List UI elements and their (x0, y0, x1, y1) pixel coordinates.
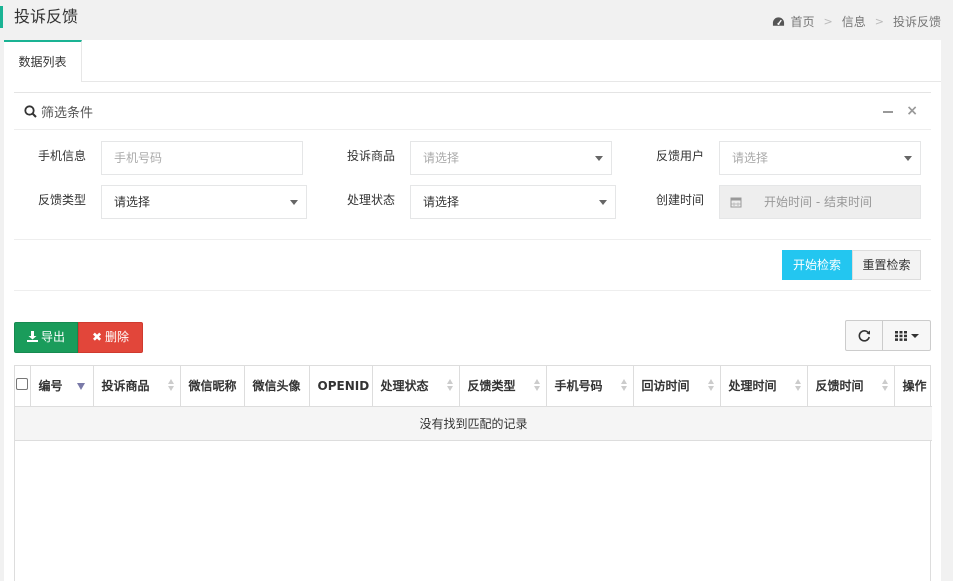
table-empty-row: 没有找到匹配的记录 (15, 406, 932, 441)
column-header-type[interactable]: 反馈类型 (459, 366, 547, 407)
column-header-visit-time[interactable]: 回访时间 (633, 366, 721, 407)
type-select-value: 请选择 (114, 195, 151, 209)
status-select-value: 请选择 (423, 195, 460, 209)
sort-icon (707, 379, 714, 393)
column-header-phone[interactable]: 手机号码 (546, 366, 634, 407)
chevron-down-icon (904, 156, 912, 161)
created-date-placeholder: 开始时间 - 结束时间 (764, 195, 872, 209)
sort-icon (533, 379, 540, 393)
refresh-button[interactable] (845, 320, 883, 351)
product-label: 投诉商品 (347, 149, 396, 163)
sort-desc-icon (76, 383, 85, 390)
user-select[interactable]: 请选择 (719, 141, 921, 175)
created-label: 创建时间 (656, 193, 705, 207)
data-table: 编号 投诉商品 微信昵称 微信头像 OPENID 处理状态 反馈类型 手机号码 … (14, 365, 932, 581)
breadcrumb-info[interactable]: 信息 (842, 13, 866, 30)
filter-title-label: 筛选条件 (41, 106, 94, 121)
sort-icon (446, 379, 453, 393)
column-header-nickname: 微信昵称 (180, 366, 245, 407)
status-select[interactable]: 请选择 (410, 185, 616, 219)
columns-toggle-button[interactable] (882, 320, 931, 351)
filter-title: 筛选条件 (24, 102, 93, 121)
type-label: 反馈类型 (38, 193, 87, 207)
export-button[interactable]: 导出 (14, 322, 78, 353)
breadcrumb-home[interactable]: 首页 (791, 13, 815, 30)
column-header-handle-time[interactable]: 处理时间 (720, 366, 808, 407)
search-icon (24, 105, 37, 118)
divider (14, 239, 931, 240)
chevron-down-icon (595, 156, 603, 161)
column-header-actions: 操作 (894, 366, 932, 407)
breadcrumb-separator: > (874, 15, 884, 28)
table-header-row: 编号 投诉商品 微信昵称 微信头像 OPENID 处理状态 反馈类型 手机号码 … (15, 366, 932, 407)
refresh-icon (858, 330, 870, 342)
select-all-checkbox[interactable] (16, 378, 28, 391)
chevron-down-icon (599, 200, 607, 205)
product-select-value: 请选择 (423, 151, 460, 165)
delete-button[interactable]: ✖ 删除 (78, 322, 143, 353)
sort-icon (167, 379, 174, 393)
divider (14, 290, 931, 291)
chevron-down-icon (910, 333, 919, 338)
column-header-avatar: 微信头像 (244, 366, 310, 407)
column-header-status[interactable]: 处理状态 (372, 366, 460, 407)
sort-icon (620, 379, 627, 393)
filter-header: 筛选条件 × (14, 93, 931, 130)
status-label: 处理状态 (347, 193, 396, 207)
grid-icon (894, 330, 907, 341)
user-label: 反馈用户 (656, 149, 705, 163)
product-select[interactable]: 请选择 (410, 141, 612, 175)
sort-icon (794, 379, 801, 393)
column-header-feedback-time[interactable]: 反馈时间 (807, 366, 895, 407)
dashboard-icon (772, 16, 784, 26)
page-header: 投诉反馈 首页 > 信息 > 投诉反馈 (0, 0, 953, 40)
column-header-openid: OPENID (309, 366, 373, 407)
calendar-icon (720, 186, 752, 218)
delete-label: 删除 (105, 330, 130, 344)
tab-bar: 数据列表 (4, 40, 941, 82)
type-select[interactable]: 请选择 (101, 185, 307, 219)
download-icon (26, 331, 38, 342)
breadcrumb-current: 投诉反馈 (892, 15, 941, 29)
select-all-header (15, 366, 31, 407)
created-date-range[interactable]: 开始时间 - 结束时间 (719, 185, 921, 219)
breadcrumb: 首页 > 信息 > 投诉反馈 (772, 13, 941, 30)
close-icon: ✖ (91, 330, 103, 344)
main-card: 数据列表 筛选条件 × 手机信息 手机号码 投诉商品 请选择 反馈用户 请选择 … (4, 40, 941, 581)
page-title: 投诉反馈 (0, 6, 78, 28)
tab-data-list[interactable]: 数据列表 (4, 40, 82, 82)
export-label: 导出 (40, 330, 65, 344)
phone-label: 手机信息 (38, 149, 87, 163)
user-select-value: 请选择 (732, 151, 769, 165)
empty-message: 没有找到匹配的记录 (15, 406, 932, 441)
sort-icon (881, 379, 888, 393)
breadcrumb-separator: > (823, 15, 833, 28)
column-header-product[interactable]: 投诉商品 (93, 366, 181, 407)
chevron-down-icon (290, 200, 298, 205)
collapse-icon[interactable] (883, 111, 893, 113)
phone-input[interactable]: 手机号码 (101, 141, 303, 175)
close-icon[interactable]: × (906, 103, 918, 119)
search-button[interactable]: 开始检索 (782, 250, 852, 280)
reset-button[interactable]: 重置检索 (852, 250, 921, 280)
column-header-id[interactable]: 编号 (30, 366, 94, 407)
